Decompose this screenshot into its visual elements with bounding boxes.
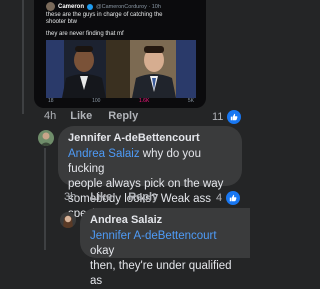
comment-text: Jennifer A-deBettencourt okay then, they… [90, 229, 240, 289]
reply-button[interactable]: Reply [108, 110, 138, 122]
tweet-author-name: Cameron [58, 3, 85, 10]
tweet-actions: 18 100 1.6K 5K [48, 98, 194, 104]
comment-text-segment: okay [90, 245, 115, 257]
comment-bubble: Jennifer A-deBettencourt Andrea Salaiz w… [58, 126, 242, 220]
reaction-count[interactable]: 11 [212, 110, 242, 124]
mention-link[interactable]: Jennifer A-deBettencourt [90, 230, 217, 242]
thread-line [22, 0, 24, 114]
tweet-handle: @CameronCorduroy · 10h [96, 3, 161, 10]
tweet-view-count: 5K [187, 98, 194, 104]
mention-link[interactable]: Andrea Salaiz [68, 148, 140, 160]
comment-meta: 4h Like Reply [44, 110, 138, 122]
tweet-reply-count: 18 [48, 98, 54, 104]
comment-bubble: Andrea Salaiz Jennifer A-deBettencourt o… [80, 208, 250, 287]
tweet-repost-count: 100 [92, 98, 101, 104]
comment-meta: 3h Like Reply [64, 191, 158, 203]
tweet-text-line: shooter btw [46, 19, 78, 25]
avatar[interactable] [38, 130, 54, 146]
tweet-header: Cameron @CameronCorduroy · 10h [46, 2, 161, 11]
post-image[interactable]: Cameron @CameronCorduroy · 10h these are… [34, 0, 206, 108]
thumbs-up-icon [226, 191, 241, 205]
like-button[interactable]: Like [90, 191, 112, 203]
verified-icon [87, 3, 94, 10]
comment-text-segment: then, they're under qualified as [90, 260, 232, 287]
tweet-like-count: 1.6K [139, 98, 150, 104]
tweet-avatar [46, 2, 55, 11]
like-button[interactable]: Like [70, 110, 92, 122]
thumbs-up-icon [227, 110, 242, 124]
tweet-text-line: these are the guys in charge of catching… [46, 12, 163, 18]
thread-line [44, 148, 46, 250]
reply-button[interactable]: Reply [128, 191, 158, 203]
reaction-count[interactable]: 4 [216, 191, 241, 205]
comment-timestamp: 4h [44, 110, 57, 122]
comment-timestamp: 3h [64, 191, 77, 203]
comment-author[interactable]: Jennifer A-deBettencourt [68, 132, 232, 144]
avatar[interactable] [60, 212, 76, 228]
comment-author[interactable]: Andrea Salaiz [90, 214, 240, 226]
reaction-count-number: 4 [216, 192, 223, 204]
reaction-count-number: 11 [212, 111, 224, 123]
tweet-text-line: they are never finding that mf [46, 31, 124, 37]
comment-text-segment: people always pick on the way [68, 178, 224, 190]
tweet-photo [46, 40, 196, 98]
